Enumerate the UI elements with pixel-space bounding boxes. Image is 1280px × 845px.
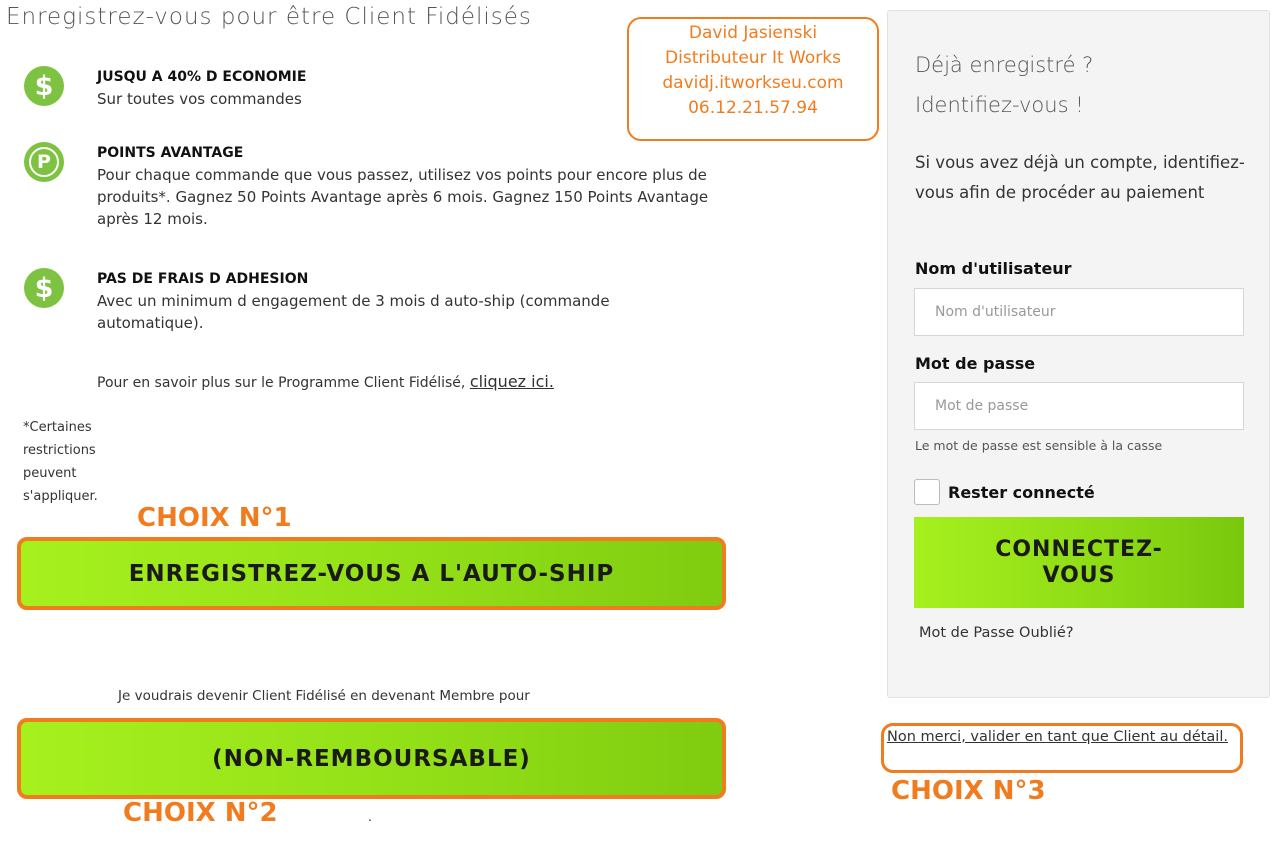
remember-me-label: Rester connecté xyxy=(948,482,1095,502)
remember-me[interactable]: Rester connecté xyxy=(914,479,1095,505)
login-button[interactable]: CONNECTEZ-VOUS xyxy=(914,517,1244,608)
dollar-icon: $ xyxy=(24,66,64,106)
password-input[interactable] xyxy=(914,382,1244,430)
points-icon: P xyxy=(24,142,64,182)
loyalty-info-link[interactable]: cliquez ici. xyxy=(470,372,554,391)
contact-name: David Jasienski xyxy=(688,23,818,43)
page-title: Enregistrez-vous pour être Client Fidéli… xyxy=(6,4,532,30)
password-label: Mot de passe xyxy=(915,354,1036,373)
dollar-icon: $ xyxy=(24,268,64,308)
stray-dot: . xyxy=(368,808,372,824)
choice-1-label: CHOIX N°1 xyxy=(137,503,292,533)
login-button-label: CONNECTEZ-VOUS xyxy=(995,536,1163,588)
username-label: Nom d'utilisateur xyxy=(915,259,1072,278)
benefit-description: Pour chaque commande que vous passez, ut… xyxy=(97,166,709,228)
loyalty-info-text: Pour en savoir plus sur le Programme Cli… xyxy=(97,375,466,391)
benefit-description: Sur toutes vos commandes xyxy=(97,90,302,108)
password-case-note: Le mot de passe est sensible à la casse xyxy=(915,438,1163,453)
restrictions-footnote: *Certaines restrictions peuvent s'appliq… xyxy=(23,420,98,504)
choice-2-label: CHOIX N°2 xyxy=(123,798,278,828)
login-title: Déjà enregistré ? Identifiez-vous ! xyxy=(915,53,1094,117)
member-option-text: Je voudrais devenir Client Fidélisé en d… xyxy=(118,688,530,704)
login-description: Si vous avez déjà un compte, identifiez-… xyxy=(915,153,1245,202)
retail-checkout-link[interactable]: Non merci, valider en tant que Client au… xyxy=(887,729,1228,745)
member-non-refundable-button[interactable]: (NON-REMBOURSABLE) xyxy=(17,718,726,799)
login-panel: Déjà enregistré ? Identifiez-vous ! Si v… xyxy=(887,10,1270,698)
benefit-description: Avec un minimum d engagement de 3 mois d… xyxy=(97,292,610,332)
autoship-register-button[interactable]: ENREGISTREZ-VOUS A L'AUTO-SHIP xyxy=(17,537,726,610)
benefit-title: PAS DE FRAIS D ADHESION xyxy=(97,271,309,287)
username-input[interactable] xyxy=(914,288,1244,336)
benefit-title: JUSQU A 40% D ECONOMIE xyxy=(97,69,307,85)
loyalty-program-info: Pour en savoir plus sur le Programme Cli… xyxy=(97,372,554,391)
benefit-title: POINTS AVANTAGE xyxy=(97,145,244,161)
choice-3-label: CHOIX N°3 xyxy=(891,776,1046,806)
retail-checkout-box: Non merci, valider en tant que Client au… xyxy=(881,723,1243,773)
remember-me-checkbox[interactable] xyxy=(914,479,940,505)
forgot-password-link[interactable]: Mot de Passe Oublié? xyxy=(919,625,1074,641)
